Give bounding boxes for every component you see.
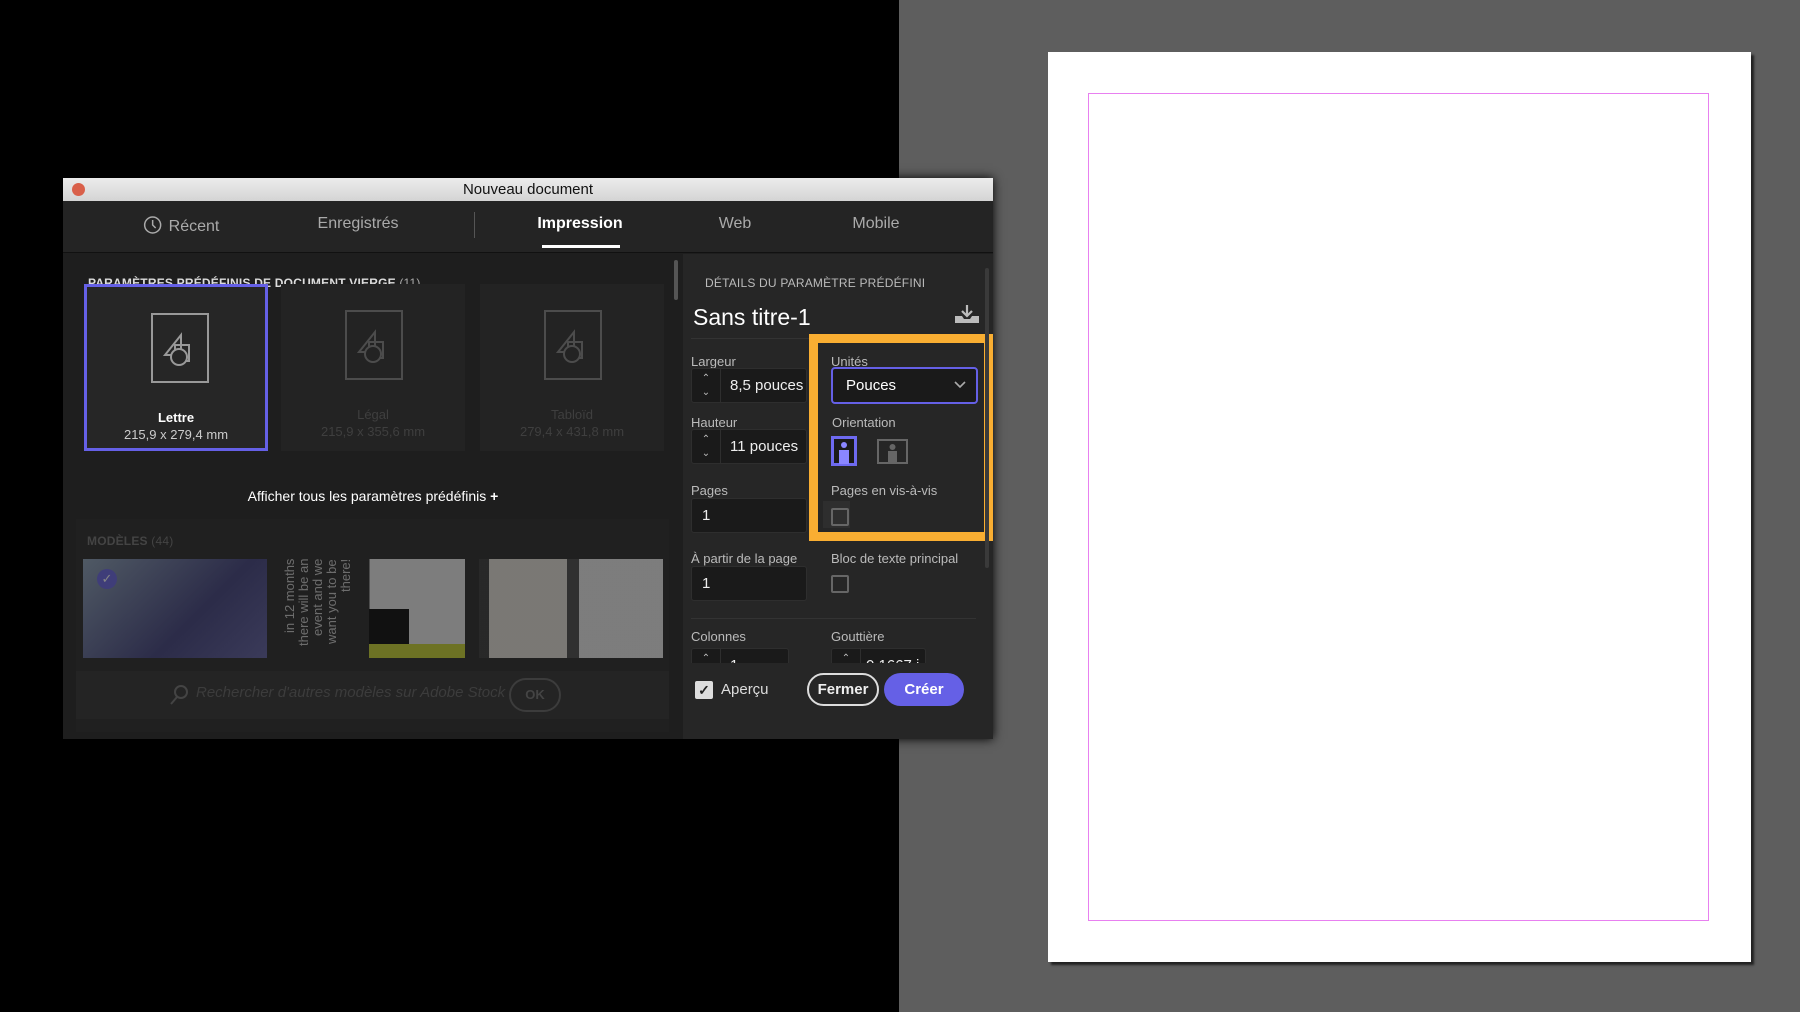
columns-label: Colonnes: [691, 629, 746, 644]
gutter-label: Gouttière: [831, 629, 885, 644]
height-label: Hauteur: [691, 415, 738, 430]
preset-dims: 215,9 x 279,4 mm: [123, 427, 229, 442]
columns-clip: ⌃1 ⌃0,1667 i: [691, 648, 981, 663]
preset-name: Lettre: [157, 410, 195, 425]
preset-grid: Lettre 215,9 x 279,4 mm Légal 215,9 x 35…: [83, 268, 673, 478]
templates-header: MODÈLES (44): [87, 534, 174, 548]
templates-section: MODÈLES (44) ✓ in 12 months there will b…: [76, 519, 669, 732]
close-window-button[interactable]: [72, 183, 85, 196]
columns-field[interactable]: ⌃1: [691, 648, 789, 663]
template-shape: [369, 644, 465, 658]
preset-details-panel: DÉTAILS DU PARAMÈTRE PRÉDÉFINI Sans titr…: [683, 254, 993, 739]
columns-stepper[interactable]: ⌃: [692, 649, 721, 663]
details-header: DÉTAILS DU PARAMÈTRE PRÉDÉFINI: [705, 276, 926, 290]
document-shapes-icon: [151, 313, 209, 383]
plus-icon: +: [490, 488, 499, 504]
document-shapes-icon: [345, 310, 403, 380]
highlight-box: [809, 334, 993, 541]
gutter-field[interactable]: ⌃0,1667 i: [831, 648, 926, 663]
preset-name: Légal: [357, 407, 389, 422]
save-preset-icon[interactable]: [954, 304, 980, 324]
preset-name: Tabloïd: [551, 407, 593, 422]
details-scrollbar[interactable]: [985, 268, 989, 568]
new-document-dialog: Nouveau document Récent Enregistrés Impr…: [63, 178, 993, 739]
width-field[interactable]: ⌃ ⌄ 8,5 pouces: [691, 368, 807, 403]
close-button[interactable]: Fermer: [807, 673, 879, 706]
show-all-presets-link[interactable]: Afficher tous les paramètres prédéfinis …: [63, 488, 683, 504]
window-title: Nouveau document: [462, 181, 594, 198]
divider: [691, 618, 976, 619]
tab-bar: Récent Enregistrés Impression Web Mobile: [63, 201, 993, 253]
create-button[interactable]: Créer: [884, 673, 964, 706]
tab-label: Récent: [168, 218, 220, 235]
document-name-input[interactable]: Sans titre-1: [693, 304, 811, 331]
pasteboard: [899, 0, 1800, 1012]
tab-divider: [474, 212, 475, 238]
preset-card-letter[interactable]: Lettre 215,9 x 279,4 mm: [84, 284, 268, 451]
active-tab-indicator: [542, 245, 620, 248]
pages-label: Pages: [691, 483, 728, 498]
width-label: Largeur: [691, 354, 736, 369]
preset-dims: 279,4 x 431,8 mm: [519, 424, 625, 439]
title-bar: Nouveau document: [63, 178, 993, 201]
template-thumbnail-text: in 12 months there will be an event and …: [283, 559, 353, 647]
tab-saved[interactable]: Enregistrés: [318, 215, 399, 233]
tab-print[interactable]: Impression: [537, 215, 622, 233]
preset-card-legal[interactable]: Légal 215,9 x 355,6 mm: [281, 284, 465, 451]
margin-guide: [1088, 93, 1709, 921]
stock-search-input[interactable]: Rechercher d'autres modèles sur Adobe St…: [196, 684, 505, 701]
preset-dims: 215,9 x 355,6 mm: [320, 424, 426, 439]
start-page-field[interactable]: 1: [691, 566, 807, 601]
document-page-preview: [1048, 52, 1751, 962]
preset-card-tabloid[interactable]: Tabloïd 279,4 x 431,8 mm: [480, 284, 664, 451]
preview-label: Aperçu: [721, 681, 769, 698]
tab-mobile[interactable]: Mobile: [852, 215, 899, 233]
gutter-stepper[interactable]: ⌃: [832, 649, 861, 663]
search-icon: [170, 685, 188, 705]
template-thumbnail[interactable]: in 12 months there will be an event and …: [281, 559, 465, 658]
start-page-label: À partir de la page: [691, 551, 798, 566]
presets-scrollbar[interactable]: [674, 260, 678, 300]
template-thumbnail[interactable]: ✓: [83, 559, 267, 658]
document-shapes-icon: [544, 310, 602, 380]
tab-web[interactable]: Web: [719, 215, 752, 233]
clock-icon: [143, 216, 162, 234]
stock-search-bar: Rechercher d'autres modèles sur Adobe St…: [76, 671, 669, 719]
height-field[interactable]: ⌃ ⌄ 11 pouces: [691, 429, 807, 464]
width-stepper[interactable]: ⌃ ⌄: [692, 369, 721, 402]
primary-text-frame-label: Bloc de texte principal: [831, 551, 959, 566]
dialog-footer: ✓ Aperçu Fermer Créer: [683, 666, 993, 739]
preview-checkbox[interactable]: ✓: [695, 681, 713, 699]
height-stepper[interactable]: ⌃ ⌄: [692, 430, 721, 463]
checkmark-icon: ✓: [97, 569, 117, 589]
primary-text-frame-checkbox[interactable]: [831, 575, 849, 593]
stock-search-ok-button[interactable]: OK: [509, 678, 561, 712]
tab-recent[interactable]: Récent: [143, 215, 220, 236]
template-thumbnail[interactable]: [479, 559, 663, 658]
pages-field[interactable]: 1: [691, 498, 807, 533]
presets-panel: PARAMÈTRES PRÉDÉFINIS DE DOCUMENT VIERGE…: [63, 254, 683, 739]
